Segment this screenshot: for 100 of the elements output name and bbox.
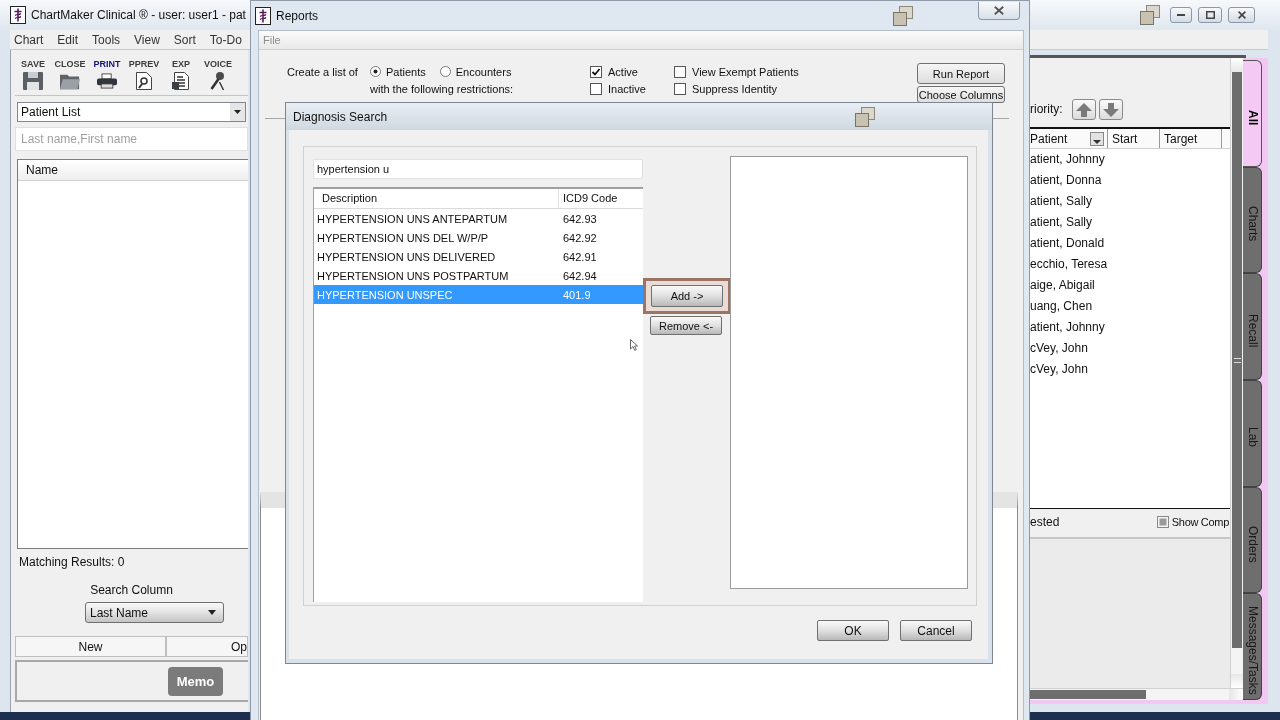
window-title: ChartMaker Clinical ® - user: user1 - pat <box>31 8 246 22</box>
tab-button[interactable]: Op <box>166 636 248 657</box>
dialog-button[interactable]: Cancel <box>900 620 972 641</box>
horizontal-scrollbar[interactable] <box>1030 688 1243 700</box>
dialog-title: Diagnosis Search <box>293 109 388 124</box>
list-row[interactable]: cVey, John <box>1030 338 1230 359</box>
vertical-tab[interactable]: All <box>1243 60 1262 167</box>
restrictions-label: with the following restrictions: <box>370 82 514 95</box>
action-button[interactable]: Run Report <box>917 63 1005 84</box>
checkbox-label: Active <box>608 65 638 78</box>
checkbox-label: Inactive <box>608 82 646 95</box>
minimize-icon <box>1177 14 1185 16</box>
dialog-button[interactable]: OK <box>817 620 889 641</box>
checkbox[interactable] <box>590 65 602 78</box>
action-button[interactable]: Choose Columns <box>917 86 1005 103</box>
down-arrow-icon <box>1102 102 1119 117</box>
document-magnifier-icon <box>134 72 154 90</box>
list-row[interactable]: atient, Donna <box>1030 170 1230 191</box>
menu-item[interactable]: Tools <box>92 32 121 47</box>
close-icon <box>994 5 1004 15</box>
list-row[interactable]: cVey, John <box>1030 359 1230 380</box>
table-cell-text: 642.94 <box>562 269 598 282</box>
close-button[interactable] <box>978 1 1020 20</box>
list-row[interactable]: atient, Johnny <box>1030 317 1230 338</box>
search-field[interactable]: Last name,First name <box>15 127 248 151</box>
toolbar-button[interactable]: PPREV <box>126 59 162 92</box>
checkbox-label: View Exempt Patients <box>692 65 799 78</box>
list-row[interactable]: ecchio, Teresa <box>1030 254 1230 275</box>
close-button[interactable] <box>1228 7 1255 23</box>
table-row[interactable]: HYPERTENSION UNS POSTPARTUM 642.94 <box>314 266 643 285</box>
column-header[interactable]: Description <box>314 189 559 208</box>
checkbox[interactable] <box>674 82 686 95</box>
table-cell-text: HYPERTENSION UNS ANTEPARTUM <box>316 212 509 225</box>
remove-button[interactable]: Remove <- <box>650 316 722 335</box>
checkbox[interactable] <box>674 65 686 78</box>
search-column-label: Search Column <box>90 583 173 597</box>
minimize-button[interactable] <box>1170 7 1192 23</box>
list-row[interactable]: uang, Chen <box>1030 296 1230 317</box>
list-row[interactable]: atient, Johnny <box>1030 149 1230 170</box>
toolbar-button[interactable]: VOICE <box>200 59 236 92</box>
table-row[interactable]: HYPERTENSION UNS DEL W/P/P 642.92 <box>314 228 643 247</box>
table-cell-text: 401.9 <box>562 288 592 301</box>
toolbar-button[interactable]: CLOSE <box>52 59 88 92</box>
column-header[interactable]: Start <box>1108 129 1160 148</box>
checkbox-label: Show Comp <box>1171 516 1229 528</box>
stacked-windows-icon[interactable] <box>1140 5 1160 25</box>
radio-label: Patients <box>386 65 426 78</box>
up-arrow-icon <box>1075 102 1092 117</box>
table-cell-text: 642.93 <box>562 212 598 225</box>
vertical-scrollbar[interactable] <box>1230 58 1243 688</box>
table-row[interactable]: HYPERTENSION UNS DELIVERED 642.91 <box>314 247 643 266</box>
stacked-windows-icon[interactable] <box>855 106 875 127</box>
radio-button[interactable] <box>370 66 381 77</box>
list-row[interactable]: atient, Sally <box>1030 191 1230 212</box>
list-row[interactable]: atient, Donald <box>1030 233 1230 254</box>
table-cell-text: HYPERTENSION UNS POSTPARTUM <box>316 269 510 282</box>
menu-item[interactable]: To-Do <box>209 32 242 47</box>
status-label: ested <box>1030 515 1060 529</box>
search-column-dropdown[interactable]: Last Name <box>85 602 224 623</box>
checkbox[interactable] <box>590 82 602 95</box>
menu-item[interactable]: Sort <box>173 32 196 47</box>
list-selector-dropdown[interactable]: Patient List <box>17 102 246 122</box>
column-header[interactable]: ICD9 Code <box>559 189 643 208</box>
memo-button[interactable]: Memo <box>168 666 223 696</box>
dropdown-icon[interactable] <box>1090 131 1104 146</box>
column-header[interactable]: Target <box>1160 129 1222 148</box>
maximize-button[interactable] <box>1198 7 1222 23</box>
toolbar-button[interactable]: SAVE <box>15 59 51 92</box>
menu-item[interactable]: Chart <box>14 32 44 47</box>
checkbox[interactable] <box>1156 516 1169 528</box>
menu-item[interactable]: View <box>134 32 160 47</box>
menu-item[interactable]: Edit <box>57 32 79 47</box>
list-row[interactable]: aige, Abigail <box>1030 275 1230 296</box>
maximize-icon <box>1205 11 1215 19</box>
list-row[interactable]: atient, Sally <box>1030 212 1230 233</box>
table-cell-text: HYPERTENSION UNSPEC <box>316 288 454 301</box>
create-list-label: Create a list of <box>287 65 359 78</box>
table-cell-text: HYPERTENSION UNS DEL W/P/P <box>316 231 490 244</box>
add-button[interactable]: Add -> <box>643 278 731 314</box>
close-icon <box>1237 11 1246 19</box>
folder-icon <box>60 72 80 90</box>
mouse-pointer-icon <box>630 339 638 351</box>
app-icon <box>255 6 271 25</box>
toolbar-button[interactable]: EXP <box>163 59 199 92</box>
table-row[interactable]: HYPERTENSION UNS ANTEPARTUM 642.93 <box>314 209 643 228</box>
radio-button[interactable] <box>439 66 451 77</box>
toolbar-button[interactable]: PRINT <box>89 59 125 92</box>
patient-list[interactable]: Name <box>17 159 248 549</box>
column-header[interactable]: Patient <box>1030 129 1108 148</box>
checkbox-label: Suppress Identity <box>692 82 777 95</box>
table-cell-text: HYPERTENSION UNS DELIVERED <box>316 250 497 263</box>
search-field[interactable]: hypertension u <box>313 159 643 179</box>
tab-button[interactable]: New <box>15 636 166 657</box>
priority-up-button[interactable] <box>1071 99 1096 120</box>
radio-label: Encounters <box>455 65 512 78</box>
priority-down-button[interactable] <box>1098 99 1123 120</box>
priority-label: riority: <box>1030 101 1063 118</box>
app-icon <box>10 6 26 24</box>
stacked-windows-icon[interactable] <box>893 5 913 26</box>
document-icon <box>171 72 191 90</box>
